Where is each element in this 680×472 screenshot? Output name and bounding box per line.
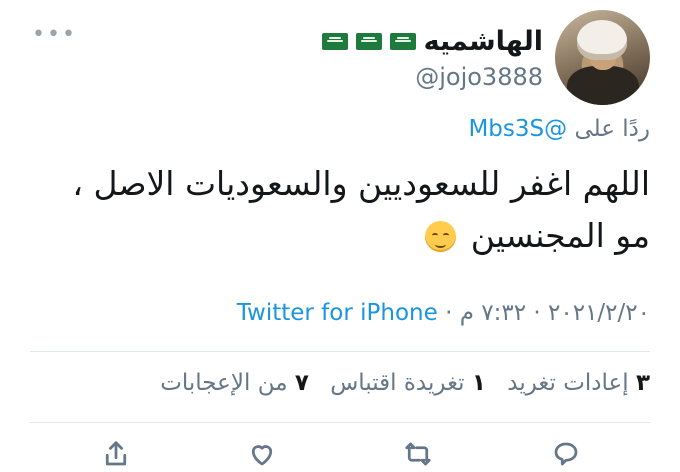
quotes-count: ١ — [471, 370, 486, 396]
engagement-stats: ٣ إعادات تغريد ١ تغريدة اقتباس ٧ من الإع… — [160, 370, 650, 396]
likes-count: ٧ — [294, 370, 309, 396]
quotes-label: تغريدة اقتباس — [330, 370, 465, 396]
tweet-text: اللهم اغفر للسعوديين والسعوديات الاصل ، … — [30, 158, 650, 262]
retweet-button[interactable] — [398, 436, 438, 472]
saudi-flag-icon — [389, 32, 416, 50]
quotes-stat[interactable]: ١ تغريدة اقتباس — [330, 370, 486, 396]
retweets-stat[interactable]: ٣ إعادات تغريد — [507, 370, 650, 396]
reply-prefix: ردًا على — [574, 116, 650, 142]
tweet-time[interactable]: ٧:٣٢ م — [460, 300, 526, 326]
tweet-meta: ٢٠٢١/٢/٢٠ · ٧:٣٢ م · Twitter for iPhone — [237, 300, 650, 326]
saudi-flag-icon — [321, 32, 348, 50]
saudi-flag-icon — [355, 32, 382, 50]
avatar[interactable] — [555, 10, 650, 105]
meta-separator: · — [445, 300, 453, 326]
tweet-date[interactable]: ٢٠٢١/٢/٢٠ — [548, 300, 650, 326]
retweets-label: إعادات تغريد — [507, 370, 629, 396]
more-options-icon[interactable]: ••• — [32, 22, 77, 47]
user-handle[interactable]: @jojo3888 — [415, 63, 543, 91]
tweet-source-link[interactable]: Twitter for iPhone — [237, 300, 438, 326]
relieved-face-emoji — [425, 221, 457, 252]
divider — [30, 422, 650, 423]
author-name-row[interactable]: الهاشميه — [321, 24, 543, 58]
comment-icon — [554, 442, 578, 466]
meta-separator: · — [533, 300, 541, 326]
tweet-card: الهاشميه @jojo3888 ••• ردًا على @Mbs3S ا… — [0, 0, 680, 472]
tweet-actions — [0, 436, 680, 472]
retweets-count: ٣ — [635, 370, 650, 396]
comment-button[interactable] — [546, 436, 586, 472]
replying-to: ردًا على @Mbs3S — [468, 116, 650, 142]
tweet-text-line-1: اللهم اغفر للسعوديين والسعوديات الاصل ، — [72, 164, 650, 203]
like-icon — [251, 445, 273, 466]
display-name[interactable]: الهاشميه — [424, 26, 543, 57]
like-button[interactable] — [242, 436, 282, 472]
likes-label: من الإعجابات — [160, 370, 288, 396]
reply-mention-link[interactable]: @Mbs3S — [468, 116, 567, 142]
share-icon — [105, 441, 127, 466]
retweet-icon — [405, 442, 431, 466]
divider — [30, 351, 650, 352]
share-button[interactable] — [96, 436, 136, 472]
likes-stat[interactable]: ٧ من الإعجابات — [160, 370, 309, 396]
tweet-text-line-2: مو المجنسين — [470, 216, 650, 255]
